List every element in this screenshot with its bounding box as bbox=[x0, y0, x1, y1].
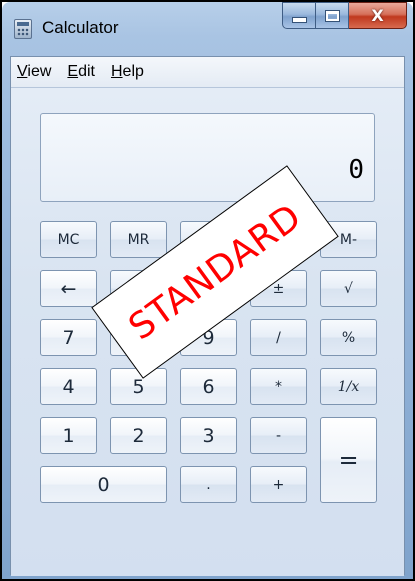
menu-edit-label: dit bbox=[78, 63, 95, 80]
menu-help-label: elp bbox=[122, 63, 144, 80]
menu-edit[interactable]: Edit bbox=[59, 57, 103, 87]
calculator-icon bbox=[14, 19, 32, 39]
square-root-button[interactable]: √ bbox=[320, 270, 377, 307]
equals-button[interactable]: = bbox=[320, 417, 377, 503]
menu-bar: View Edit Help bbox=[11, 57, 404, 88]
close-icon: X bbox=[371, 6, 384, 25]
subtract-button[interactable]: - bbox=[250, 417, 307, 454]
digit-4-button[interactable]: 4 bbox=[40, 368, 97, 405]
maximize-button[interactable] bbox=[316, 2, 349, 29]
add-button[interactable]: + bbox=[250, 466, 307, 503]
window-title: Calculator bbox=[42, 18, 119, 37]
digit-2-button[interactable]: 2 bbox=[110, 417, 167, 454]
digit-3-button[interactable]: 3 bbox=[180, 417, 237, 454]
backspace-button[interactable]: ← bbox=[40, 270, 97, 307]
menu-edit-mnemonic: E bbox=[67, 63, 79, 80]
menu-help[interactable]: Help bbox=[103, 57, 152, 87]
window-controls: X bbox=[282, 2, 407, 30]
minimize-icon bbox=[292, 17, 306, 22]
minimize-button[interactable] bbox=[282, 2, 316, 29]
calculator-body: 0 MC MR MS M+ M- ← CE C ± √ 7 8 9 / % bbox=[11, 88, 404, 576]
digit-1-button[interactable]: 1 bbox=[40, 417, 97, 454]
digit-6-button[interactable]: 6 bbox=[180, 368, 237, 405]
mc-button[interactable]: MC bbox=[40, 221, 97, 258]
menu-view-mnemonic: V bbox=[17, 63, 28, 80]
close-button[interactable]: X bbox=[349, 2, 407, 29]
menu-view-label: iew bbox=[27, 63, 52, 80]
mr-button[interactable]: MR bbox=[110, 221, 167, 258]
display-value: 0 bbox=[348, 155, 364, 185]
screenshot-frame: Calculator X View Edit Help 0 MC MR MS bbox=[0, 0, 415, 581]
digit-0-button[interactable]: 0 bbox=[40, 466, 167, 503]
multiply-button[interactable]: * bbox=[250, 368, 307, 405]
percent-button[interactable]: % bbox=[320, 319, 377, 356]
digit-7-button[interactable]: 7 bbox=[40, 319, 97, 356]
decimal-button[interactable]: . bbox=[180, 466, 237, 503]
maximize-icon bbox=[325, 10, 339, 21]
divide-button[interactable]: / bbox=[250, 319, 307, 356]
menu-help-mnemonic: H bbox=[110, 63, 123, 80]
result-display: 0 bbox=[40, 113, 375, 202]
reciprocal-button[interactable]: 1/x bbox=[320, 368, 377, 405]
title-bar[interactable]: Calculator X bbox=[2, 2, 413, 52]
menu-view[interactable]: View bbox=[11, 57, 59, 87]
